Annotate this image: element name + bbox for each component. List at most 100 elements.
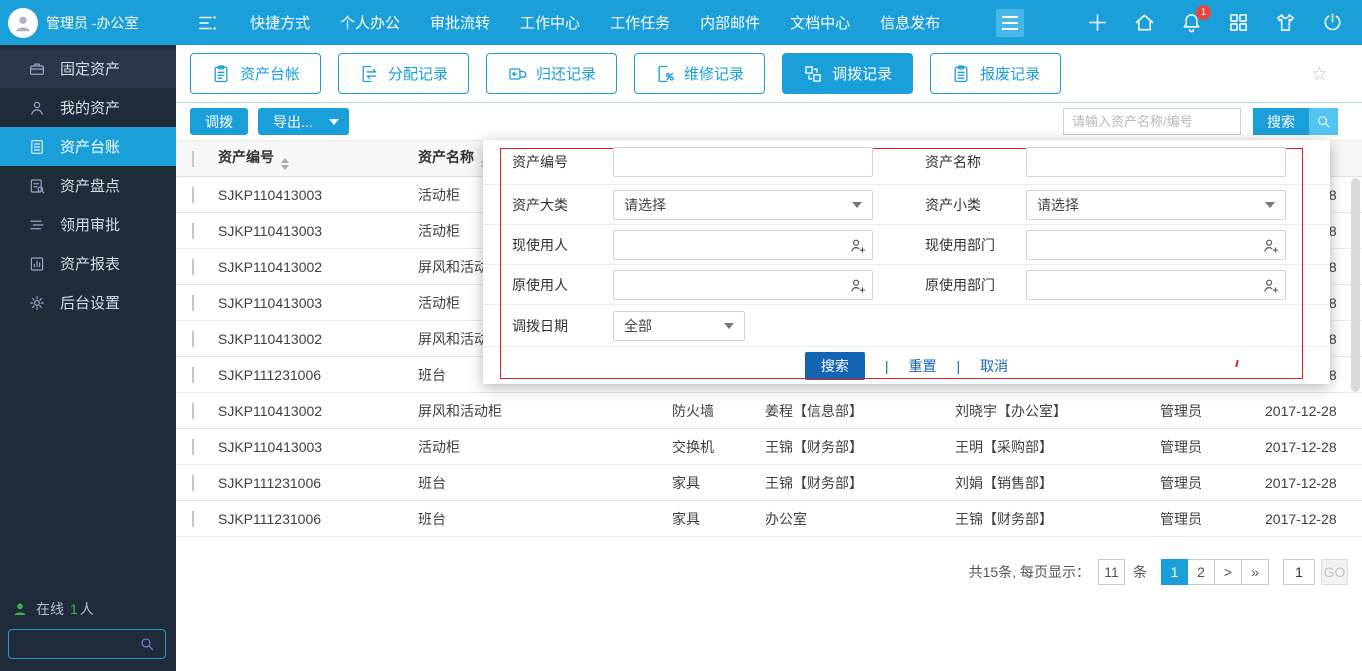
row-checkbox[interactable]	[192, 331, 194, 347]
filter-search-button[interactable]: 搜索	[805, 352, 865, 380]
sidebar-item[interactable]: 我的资产	[0, 88, 176, 127]
nav-item[interactable]: 信息发布	[880, 12, 940, 33]
page-button[interactable]: 1	[1161, 559, 1188, 585]
person-add-icon[interactable]	[1262, 277, 1279, 294]
filter-reset-button[interactable]: 重置	[909, 356, 937, 376]
select-all-checkbox[interactable]	[192, 151, 194, 167]
user-block[interactable]: 管理员 -办公室	[0, 0, 176, 45]
favorite-star-icon[interactable]: ☆	[1311, 63, 1328, 86]
sidebar-item[interactable]: 资产报表	[0, 244, 176, 283]
row-checkbox[interactable]	[192, 295, 194, 311]
person-add-icon[interactable]	[849, 277, 866, 294]
row-checkbox[interactable]	[192, 367, 194, 383]
tab-button[interactable]: 归还记录	[486, 53, 617, 94]
sidebar-search-icon[interactable]	[139, 636, 155, 652]
tab-button[interactable]: 分配记录	[338, 53, 469, 94]
sort-icon[interactable]	[281, 158, 289, 170]
asset-name-input[interactable]	[1026, 147, 1286, 177]
sidebar-item[interactable]: 资产台账	[0, 127, 176, 166]
row-checkbox[interactable]	[192, 187, 194, 203]
repair-icon	[655, 64, 675, 84]
nav-item[interactable]: 工作中心	[520, 12, 580, 33]
row-checkbox-cell	[176, 439, 218, 455]
tab-button[interactable]: 维修记录	[634, 53, 765, 94]
go-button[interactable]: GO	[1321, 559, 1348, 585]
tab-button[interactable]: 调拨记录	[782, 53, 913, 94]
nav-item[interactable]: 个人办公	[340, 12, 400, 33]
sidebar-item-label: 固定资产	[60, 58, 120, 79]
hamburger-menu-icon[interactable]	[996, 9, 1024, 37]
sidebar-search-input[interactable]	[9, 637, 139, 652]
cell-asset-code: SJKP110413002	[218, 259, 418, 275]
row-checkbox[interactable]	[192, 403, 194, 419]
asset-major-select[interactable]: 请选择	[613, 190, 873, 220]
scrollbar-thumb[interactable]	[1351, 178, 1360, 392]
scrap-icon	[951, 64, 971, 84]
row-checkbox[interactable]	[192, 511, 194, 527]
transfer-filter-panel: 资产编号 资产名称 资产大类 请选择 资产小类 请选择 现使用人 现使用部门 原…	[483, 140, 1330, 384]
sidebar-item-label: 领用审批	[60, 214, 120, 235]
notification-badge: 1	[1196, 5, 1211, 20]
nav-item[interactable]: 工作任务	[610, 12, 670, 33]
tab-button[interactable]: 报废记录	[930, 53, 1061, 94]
filter-cancel-button[interactable]: 取消	[980, 356, 1008, 376]
current-user-input[interactable]	[613, 230, 873, 260]
shirt-icon[interactable]	[1274, 11, 1297, 34]
next-page-button[interactable]: >	[1215, 559, 1242, 585]
nav-item[interactable]: 快捷方式	[250, 12, 310, 33]
nav-item[interactable]: 内部邮件	[700, 12, 760, 33]
search-magnifier-button[interactable]	[1309, 108, 1338, 135]
sidebar-item[interactable]: 领用审批	[0, 205, 176, 244]
last-page-button[interactable]: »	[1242, 559, 1269, 585]
page-size-box[interactable]: 11	[1098, 559, 1125, 585]
cell-asset-code: SJKP110413002	[218, 403, 418, 419]
table-row[interactable]: SJKP110413002屏风和活动柜防火墙姜程【信息部】刘晓宇【办公室】管理员…	[176, 393, 1362, 429]
table-row[interactable]: SJKP111231006班台家具办公室王锦【财务部】管理员2017-12-28	[176, 501, 1362, 537]
sidebar-menu: 固定资产我的资产资产台账资产盘点领用审批资产报表后台设置	[0, 45, 176, 322]
approval-icon	[28, 216, 46, 234]
person-add-icon[interactable]	[1262, 237, 1279, 254]
home-icon[interactable]	[1133, 11, 1156, 34]
row-checkbox[interactable]	[192, 439, 194, 455]
goto-page-input[interactable]	[1283, 559, 1315, 585]
plus-icon[interactable]	[1086, 11, 1109, 34]
export-button[interactable]: 导出...	[258, 108, 349, 135]
original-dept-input[interactable]	[1026, 270, 1286, 300]
cell-category: 交换机	[672, 437, 765, 457]
current-dept-input[interactable]	[1026, 230, 1286, 260]
tab-button[interactable]: 资产台帐	[190, 53, 321, 94]
sidebar-item[interactable]: 后台设置	[0, 283, 176, 322]
transfer-button[interactable]: 调拨	[190, 108, 248, 135]
person-add-icon[interactable]	[849, 237, 866, 254]
cell-category: 家具	[672, 473, 765, 493]
apps-grid-icon[interactable]	[1227, 11, 1250, 34]
table-row[interactable]: SJKP111231006班台家具王锦【财务部】刘娟【销售部】管理员2017-1…	[176, 465, 1362, 501]
online-status: 在线 1 人	[12, 599, 94, 619]
button-separator: |	[885, 358, 889, 374]
row-checkbox[interactable]	[192, 223, 194, 239]
row-checkbox[interactable]	[192, 475, 194, 491]
power-icon[interactable]	[1321, 11, 1344, 34]
original-user-input[interactable]	[613, 270, 873, 300]
transfer-date-select[interactable]: 全部	[613, 311, 745, 341]
row-checkbox-cell	[176, 259, 218, 275]
asset-search-input[interactable]	[1063, 108, 1241, 135]
search-button[interactable]: 搜索	[1253, 108, 1309, 135]
return-icon	[507, 64, 527, 84]
nav-item[interactable]: 文档中心	[790, 12, 850, 33]
nav-item[interactable]: 审批流转	[430, 12, 490, 33]
tab-label: 分配记录	[388, 63, 448, 84]
sidebar-item[interactable]: 资产盘点	[0, 166, 176, 205]
tab-label: 维修记录	[684, 63, 744, 84]
bell-icon[interactable]: 1	[1180, 11, 1203, 34]
asset-code-input[interactable]	[613, 147, 873, 177]
page-button[interactable]: 2	[1188, 559, 1215, 585]
column-header-label[interactable]: 资产编号	[218, 149, 274, 165]
sidebar-item[interactable]: 固定资产	[0, 49, 176, 88]
menu-lines-icon[interactable]	[196, 11, 220, 35]
table-row[interactable]: SJKP110413003活动柜交换机王锦【财务部】王明【采购部】管理员2017…	[176, 429, 1362, 465]
asset-minor-select[interactable]: 请选择	[1026, 190, 1286, 220]
column-header-label[interactable]: 资产名称	[418, 149, 474, 165]
button-separator: |	[957, 358, 961, 374]
row-checkbox[interactable]	[192, 259, 194, 275]
